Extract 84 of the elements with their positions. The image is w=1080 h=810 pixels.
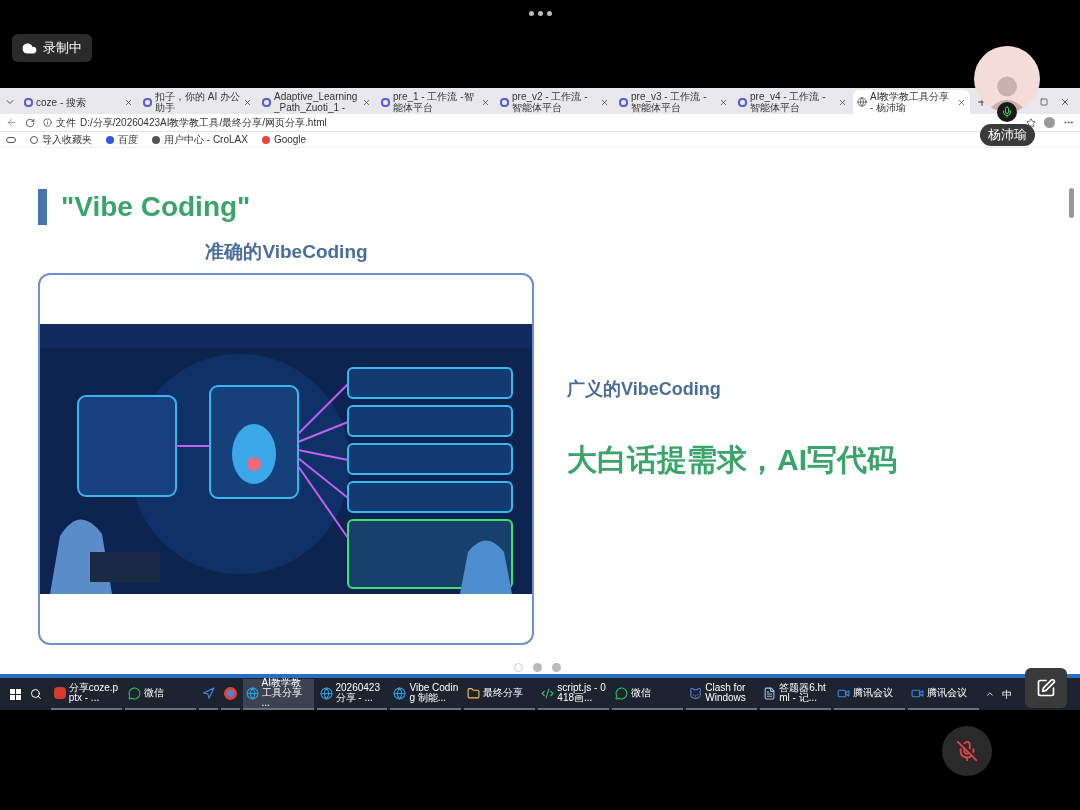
reload-icon[interactable] <box>25 117 35 128</box>
bookmark[interactable]: 百度 <box>106 132 138 147</box>
taskbar-app[interactable]: Clash for Windows <box>686 678 758 710</box>
more-icon[interactable] <box>528 10 552 16</box>
folder-icon <box>467 686 481 700</box>
site-icon <box>24 97 33 107</box>
bookmark-icon <box>261 135 270 144</box>
taskbar-app[interactable]: 微信 <box>612 678 684 710</box>
taskbar-app[interactable]: AI教学教工具分享 ... <box>242 678 314 710</box>
browser-icon <box>245 686 259 700</box>
site-icon <box>262 97 271 107</box>
notepad-icon <box>763 686 777 700</box>
slide-title: "Vibe Coding" <box>61 190 251 224</box>
right-heading: 广义的VibeCoding <box>567 378 722 401</box>
info-icon <box>43 118 52 127</box>
cloud-icon <box>22 40 37 56</box>
recording-label: 录制中 <box>43 39 82 58</box>
close-icon[interactable] <box>838 97 847 107</box>
search-icon[interactable] <box>29 688 42 700</box>
recording-badge[interactable]: 录制中 <box>12 34 92 62</box>
back-icon[interactable] <box>6 117 17 128</box>
input-method[interactable]: 中 <box>1001 686 1012 702</box>
tab-title: pre_v2 - 工作流 -智能体平台 <box>512 91 589 113</box>
bookmark[interactable]: 用户中心 - CroLAX <box>152 132 248 147</box>
speaker-name: 杨沛瑜 <box>979 124 1035 146</box>
taskbar-app[interactable]: 答题器6.html - 记... <box>760 678 832 710</box>
tab-title: Adaptive_Learning_Path_Zuoti_1 - <box>274 91 359 113</box>
site-icon <box>738 97 747 107</box>
tab-title: coze - 搜索 <box>36 96 87 108</box>
close-icon[interactable] <box>124 97 133 107</box>
taskbar-app[interactable]: 最终分享 <box>464 678 536 710</box>
office-icon <box>53 687 66 699</box>
url-text: D:/分享/20260423AI教学教工具/最终分享/网页分享.html <box>80 116 327 130</box>
profile-icon[interactable] <box>1044 117 1055 128</box>
start-icon[interactable] <box>10 688 21 700</box>
edit-button[interactable] <box>1025 668 1067 708</box>
browser-tab[interactable]: AI教学教工具分享 - 杨沛瑜 <box>853 90 970 114</box>
bookmark-icon <box>106 135 114 144</box>
taskbar-app[interactable]: Vibe Coding 制能... <box>390 678 462 710</box>
close-icon[interactable] <box>243 97 252 107</box>
taskbar-app[interactable]: script.js - 0418画... <box>538 678 610 710</box>
taskbar-app[interactable]: 微信 <box>124 678 196 710</box>
tab-title: pre_v3 - 工作流 -智能体平台 <box>631 91 708 113</box>
scheme-label: 文件 <box>56 116 76 130</box>
chat-icon <box>615 686 629 700</box>
close-icon[interactable] <box>600 97 609 107</box>
browser-icon <box>223 686 237 700</box>
edit-icon <box>1036 678 1056 698</box>
arrow-icon <box>201 686 215 700</box>
maximize-icon[interactable] <box>1040 98 1048 106</box>
globe-icon <box>857 97 867 107</box>
mic-muted-icon <box>956 740 978 762</box>
left-heading: 准确的VibeCoding <box>205 240 368 264</box>
site-icon <box>381 97 390 107</box>
site-icon <box>619 97 628 107</box>
favorite-icon[interactable] <box>1026 117 1036 128</box>
bookmark-icon <box>152 135 160 144</box>
mute-button[interactable] <box>942 726 992 776</box>
site-icon <box>143 97 152 107</box>
browser-icon <box>393 686 407 700</box>
cat-icon <box>689 686 703 700</box>
close-icon[interactable] <box>957 97 966 107</box>
taskbar-app[interactable]: 分享coze.pptx - ... <box>50 678 122 710</box>
collection-icon[interactable] <box>6 136 16 143</box>
browser-icon <box>319 686 333 700</box>
bookmark[interactable]: 导入收藏夹 <box>30 132 92 147</box>
close-icon[interactable] <box>481 97 490 107</box>
chat-icon <box>127 686 141 700</box>
taskbar-app[interactable]: 腾讯会议 <box>908 678 980 710</box>
close-icon[interactable] <box>1060 97 1070 107</box>
taskbar-app[interactable]: 腾讯会议 <box>834 678 906 710</box>
site-icon <box>500 97 509 107</box>
right-statement: 大白话提需求，AI写代码 <box>567 442 897 478</box>
tab-title: AI教学教工具分享 - 杨沛瑜 <box>870 91 951 113</box>
tab-title: pre_v4 - 工作流 -智能体平台 <box>750 91 827 113</box>
close-icon[interactable] <box>362 97 371 107</box>
tab-title: 扣子，你的 AI 办公助手 <box>155 91 240 113</box>
taskbar-app[interactable]: 20260423分享 - ... <box>316 678 388 710</box>
tab-title: pre_1 - 工作流 -智能体平台 <box>393 91 475 113</box>
close-icon[interactable] <box>719 97 728 107</box>
scrollbar-thumb[interactable] <box>1069 188 1074 218</box>
code-icon <box>541 686 555 700</box>
bookmark[interactable]: Google <box>261 132 307 147</box>
title-marker <box>38 189 47 225</box>
